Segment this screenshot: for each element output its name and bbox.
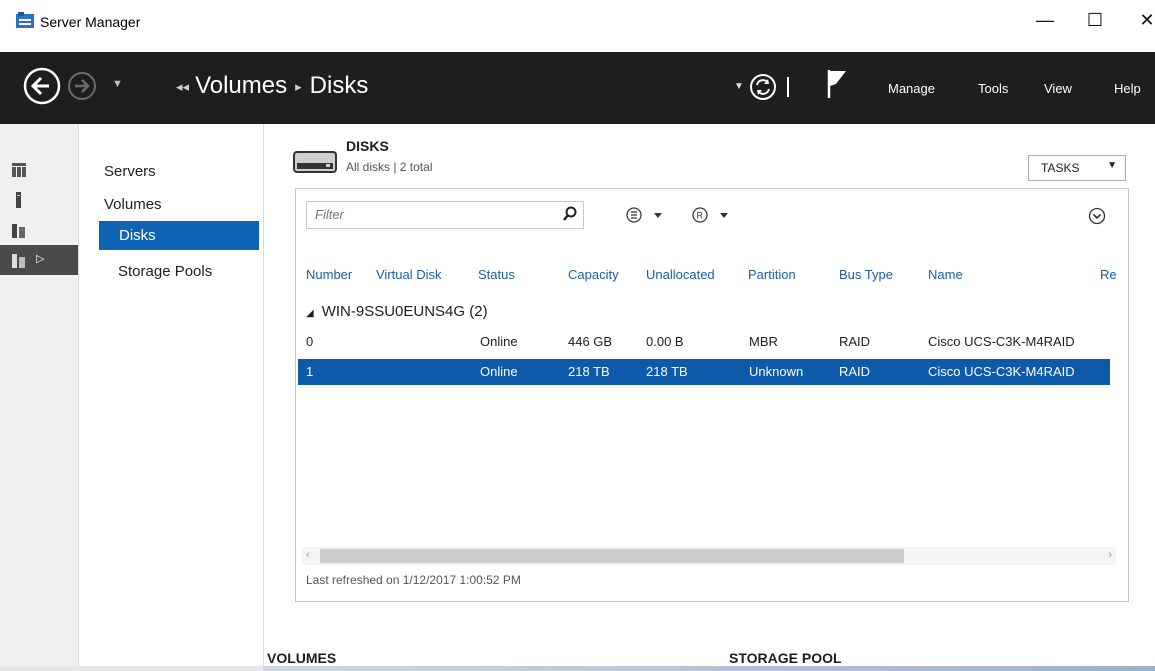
cell-number: 0 (306, 334, 314, 349)
column-header-number[interactable]: Number (306, 267, 352, 282)
nav-item-storage-pools[interactable]: Storage Pools (118, 263, 212, 280)
bottom-edge-divider (0, 666, 1155, 671)
cell-unallocated: 0.00 B (646, 334, 684, 349)
filter-input[interactable] (313, 206, 557, 223)
refresh-dropdown-icon[interactable]: ▼ (734, 81, 744, 92)
scrollbar-thumb[interactable] (320, 549, 904, 563)
rail-dashboard[interactable] (0, 155, 78, 185)
file-storage-icon (12, 254, 25, 268)
cell-bus-type: RAID (839, 364, 871, 379)
search-icon[interactable] (563, 206, 577, 222)
cell-name: Cisco UCS-C3K-M4RAID (928, 364, 1075, 379)
scroll-left-arrow-icon[interactable]: ‹ (306, 549, 310, 561)
filter-box (306, 201, 584, 229)
maximize-button[interactable]: ☐ (1080, 10, 1110, 31)
volumes-section-title: VOLUMES (267, 650, 337, 666)
collapse-triangle-icon[interactable]: ◢ (306, 308, 314, 319)
notifications-flag-icon[interactable] (826, 68, 850, 100)
cell-status: Online (480, 334, 518, 349)
scroll-right-arrow-icon[interactable]: › (1108, 549, 1112, 561)
cell-name: Cisco UCS-C3K-M4RAID (928, 334, 1075, 349)
menu-view[interactable]: View (1044, 81, 1072, 96)
server-group-row[interactable]: ◢ WIN-9SSU0EUNS4G (2) (306, 303, 488, 320)
svg-text:R: R (697, 211, 704, 221)
breadcrumb-back-chevron-icon[interactable]: ◂◂ (176, 79, 189, 94)
title-bar: Server Manager — ☐ ✕ (0, 0, 1155, 52)
column-header-unallocated[interactable]: Unallocated (646, 267, 715, 282)
tasks-label: TASKS (1041, 161, 1080, 175)
table-row[interactable]: 0 Online 446 GB 0.00 B MBR RAID Cisco UC… (298, 329, 1110, 355)
breadcrumb: ◂◂ Volumes ▸ Disks (176, 72, 368, 100)
breadcrumb-separator-icon: ▸ (295, 78, 302, 94)
last-refreshed-text: Last refreshed on 1/12/2017 1:00:52 PM (306, 573, 521, 587)
nav-item-disks[interactable]: Disks (99, 221, 259, 250)
cell-partition: Unknown (749, 364, 804, 379)
server-manager-app-icon (16, 12, 34, 28)
disks-section-title: DISKS (346, 138, 389, 154)
all-servers-icon (12, 224, 25, 238)
menu-help[interactable]: Help (1114, 81, 1141, 96)
column-header-bus-type[interactable]: Bus Type (839, 267, 893, 282)
icon-rail: ▷ (0, 124, 79, 671)
navigation-panel: Servers Volumes Disks Storage Pools (79, 124, 264, 671)
cell-status: Online (480, 364, 518, 379)
criteria-options-icon[interactable]: R (692, 207, 736, 223)
breadcrumb-volumes[interactable]: Volumes (195, 72, 287, 99)
back-arrow-icon[interactable] (22, 66, 62, 106)
local-server-icon (16, 192, 21, 208)
close-button[interactable]: ✕ (1132, 10, 1155, 31)
window-title: Server Manager (40, 14, 141, 30)
rail-local-server[interactable] (0, 185, 78, 215)
horizontal-scrollbar[interactable]: ‹ › (302, 547, 1116, 565)
tasks-button[interactable]: TASKS ▼ (1028, 155, 1126, 181)
cell-capacity: 446 GB (568, 334, 613, 349)
cell-bus-type: RAID (839, 334, 871, 349)
nav-item-volumes[interactable]: Volumes (104, 196, 162, 213)
column-header-re[interactable]: Re (1100, 267, 1117, 282)
column-header-partition[interactable]: Partition (748, 267, 796, 282)
forward-arrow-icon[interactable] (66, 70, 98, 102)
nav-item-servers[interactable]: Servers (104, 163, 156, 180)
rail-all-servers[interactable] (0, 215, 78, 245)
menu-tools[interactable]: Tools (978, 81, 1008, 96)
cell-number: 1 (306, 364, 314, 379)
history-dropdown-icon[interactable]: ▼ (112, 78, 123, 90)
cell-capacity: 218 TB (568, 364, 610, 379)
toolbar-divider (787, 77, 789, 97)
cell-partition: MBR (749, 334, 778, 349)
command-bar: ▼ ◂◂ Volumes ▸ Disks ▼ Manage Tools View He… (0, 52, 1155, 124)
refresh-icon[interactable] (748, 72, 778, 102)
server-group-label: WIN-9SSU0EUNS4G (2) (321, 303, 488, 320)
minimize-button[interactable]: — (1030, 10, 1060, 31)
list-options-icon[interactable] (626, 207, 670, 223)
column-header-status[interactable]: Status (478, 267, 515, 282)
rail-file-storage[interactable]: ▷ (0, 245, 78, 275)
storage-pool-section-title: STORAGE POOL (729, 650, 842, 666)
breadcrumb-disks: Disks (309, 72, 369, 99)
table-row-selected[interactable]: 1 Online 218 TB 218 TB Unknown RAID Cisc… (298, 359, 1110, 385)
expand-chevron-icon[interactable] (1088, 207, 1106, 225)
column-header-virtual-disk[interactable]: Virtual Disk (376, 267, 442, 282)
menu-manage[interactable]: Manage (888, 81, 935, 96)
disks-tile: R Number Virtual Disk Status Capacity Un… (295, 188, 1129, 602)
tasks-dropdown-icon: ▼ (1107, 160, 1117, 171)
expand-arrow-icon: ▷ (36, 253, 45, 265)
disks-section-subtitle: All disks | 2 total (346, 160, 433, 174)
dashboard-icon (12, 163, 26, 177)
cell-unallocated: 218 TB (646, 364, 688, 379)
column-header-capacity[interactable]: Capacity (568, 267, 619, 282)
column-header-name[interactable]: Name (928, 267, 963, 282)
disk-section-icon (293, 151, 337, 173)
